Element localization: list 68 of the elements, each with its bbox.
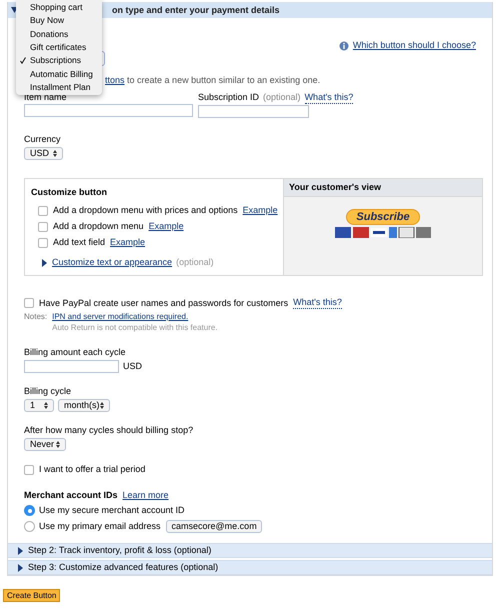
help-link[interactable]: What's this? bbox=[304, 92, 354, 104]
select-dropdown[interactable]: Never bbox=[24, 438, 66, 451]
menu-item[interactable]: Installment Plan bbox=[16, 80, 102, 94]
section-title: Step 3: Customize advanced features (optional) bbox=[28, 562, 218, 573]
input-field[interactable] bbox=[198, 105, 309, 118]
example-link[interactable]: Example bbox=[242, 205, 278, 216]
field-label: Subscription ID bbox=[198, 92, 260, 104]
menu-item[interactable]: Automatic Billing bbox=[16, 67, 102, 81]
note-text: Auto Return is not compatible with this feature. bbox=[52, 322, 218, 333]
option-label: Add a dropdown menu with prices and options bbox=[53, 205, 238, 216]
checkbox[interactable] bbox=[38, 222, 48, 232]
notes-label: Notes: bbox=[24, 311, 48, 323]
copy-buttons-link[interactable]: ttons bbox=[105, 75, 125, 85]
collapsed-arrow-icon[interactable] bbox=[17, 546, 24, 554]
field-label: Billing cycle bbox=[24, 386, 72, 397]
option-label: Use my secure merchant account ID bbox=[39, 505, 185, 516]
menu-item[interactable]: Gift certificates bbox=[16, 40, 102, 54]
section-title: Step 2: Track inventory, profit & loss (optional) bbox=[28, 545, 212, 556]
section-title: on type and enter your payment details bbox=[112, 4, 280, 16]
menu-item[interactable]: Subscriptions bbox=[16, 54, 102, 68]
select-dropdown[interactable]: 1 bbox=[24, 399, 54, 412]
ipn-link[interactable]: IPN and server modifications required. bbox=[52, 311, 218, 322]
help-link[interactable]: What's this? bbox=[293, 297, 342, 309]
option-label: I want to offer a trial period bbox=[39, 464, 146, 475]
radio-button[interactable] bbox=[24, 505, 35, 516]
radio-button[interactable] bbox=[24, 521, 35, 532]
panel-header: Your customer's view bbox=[284, 179, 482, 197]
collapsed-arrow-icon[interactable] bbox=[17, 564, 24, 572]
hint-text: to create a new button similar to an existing one. bbox=[127, 75, 320, 85]
option-label: Use my primary email address bbox=[39, 521, 161, 532]
select-dropdown[interactable]: month(s) bbox=[58, 399, 110, 412]
subscribe-button[interactable]: Subscribe bbox=[346, 209, 420, 225]
select-dropdown[interactable]: camsecore@me.com bbox=[166, 520, 262, 533]
collapsed-arrow-icon[interactable] bbox=[41, 258, 48, 266]
currency-label: USD bbox=[123, 361, 142, 372]
info-icon bbox=[338, 40, 349, 50]
customize-link[interactable]: Customize text or appearance bbox=[52, 257, 172, 268]
stepper-arrows-icon bbox=[100, 402, 104, 409]
stepper-arrows-icon bbox=[53, 150, 57, 157]
field-label: Billing amount each cycle bbox=[24, 347, 127, 358]
select-dropdown[interactable]: USD bbox=[24, 147, 63, 160]
help-link[interactable]: Which button should I choose? bbox=[352, 40, 476, 51]
menu-item[interactable]: Donations bbox=[16, 28, 102, 41]
field-label: After how many cycles should billing stop? bbox=[24, 425, 194, 436]
input-field[interactable] bbox=[24, 360, 119, 373]
panel-title: Customize button bbox=[31, 187, 108, 198]
option-label: Add a dropdown menu bbox=[53, 221, 144, 232]
menu-item[interactable]: Shopping cart bbox=[16, 1, 102, 14]
create-button[interactable]: Create Button bbox=[3, 589, 60, 602]
learn-more-link[interactable]: Learn more bbox=[122, 490, 169, 501]
example-link[interactable]: Example bbox=[110, 237, 146, 248]
optional-hint: (optional) bbox=[176, 257, 214, 268]
input-field[interactable] bbox=[24, 104, 193, 117]
stepper-arrows-icon bbox=[56, 441, 60, 448]
checkbox[interactable] bbox=[24, 298, 34, 308]
option-label: Add text field bbox=[53, 237, 106, 248]
field-label: Item name bbox=[24, 92, 68, 103]
section-heading: Merchant account IDs bbox=[24, 490, 118, 501]
checkbox[interactable] bbox=[24, 464, 34, 474]
checkbox[interactable] bbox=[38, 238, 48, 248]
option-label: Have PayPal create user names and passwords for customers bbox=[39, 298, 288, 308]
field-label: Currency bbox=[24, 134, 61, 145]
optional-hint: (optional) bbox=[263, 92, 301, 104]
section-header[interactable]: Step 2: Track inventory, profit & loss (optional) bbox=[8, 543, 492, 558]
example-link[interactable]: Example bbox=[148, 221, 184, 232]
checkbox[interactable] bbox=[38, 206, 48, 216]
section-header[interactable]: Step 3: Customize advanced features (optional) bbox=[8, 560, 492, 575]
stepper-arrows-icon bbox=[44, 402, 48, 409]
